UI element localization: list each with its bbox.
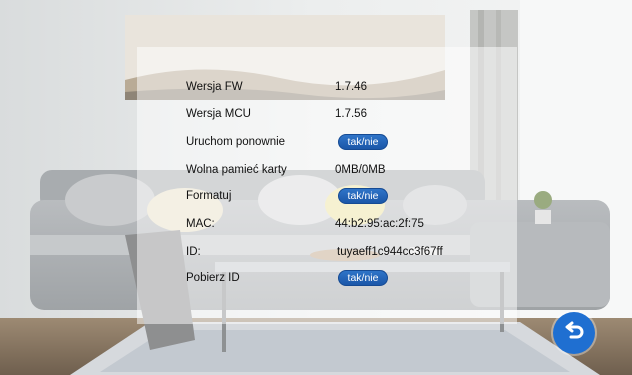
row-mcu-version: Wersja MCU 1.7.56 bbox=[137, 101, 517, 127]
id-value: tuyaeff1c944cc3f67ff bbox=[337, 246, 443, 258]
row-card-memory: Wolna pamieć karty 0MB/0MB bbox=[137, 157, 517, 183]
id-label: ID: bbox=[186, 246, 201, 258]
format-button[interactable]: tak/nie bbox=[338, 188, 388, 204]
get-id-label: Pobierz ID bbox=[186, 272, 240, 284]
fw-version-label: Wersja FW bbox=[186, 81, 243, 93]
row-format: Formatuj tak/nie bbox=[137, 183, 517, 209]
row-mac: MAC: 44:b2:95:ac:2f:75 bbox=[137, 211, 517, 237]
mcu-version-label: Wersja MCU bbox=[186, 108, 251, 120]
get-id-button[interactable]: tak/nie bbox=[338, 270, 388, 286]
back-button[interactable] bbox=[553, 312, 595, 354]
back-arrow-icon bbox=[565, 321, 584, 339]
mac-value: 44:b2:95:ac:2f:75 bbox=[335, 218, 424, 230]
mcu-version-value: 1.7.56 bbox=[335, 108, 367, 120]
restart-label: Uruchom ponownie bbox=[186, 136, 286, 148]
row-restart: Uruchom ponownie tak/nie bbox=[137, 129, 517, 155]
restart-button[interactable]: tak/nie bbox=[338, 134, 388, 150]
card-memory-label: Wolna pamieć karty bbox=[186, 164, 287, 176]
row-get-id: Pobierz ID tak/nie bbox=[137, 265, 517, 291]
row-id: ID: tuyaeff1c944cc3f67ff bbox=[137, 239, 517, 265]
mac-label: MAC: bbox=[186, 218, 215, 230]
format-label: Formatuj bbox=[186, 190, 232, 202]
row-fw-version: Wersja FW 1.7.46 bbox=[137, 74, 517, 100]
fw-version-value: 1.7.46 bbox=[335, 81, 367, 93]
screen: Wersja FW 1.7.46 Wersja MCU 1.7.56 Uruch… bbox=[0, 0, 632, 375]
card-memory-value: 0MB/0MB bbox=[335, 164, 386, 176]
device-info-panel: Wersja FW 1.7.46 Wersja MCU 1.7.56 Uruch… bbox=[137, 47, 517, 324]
